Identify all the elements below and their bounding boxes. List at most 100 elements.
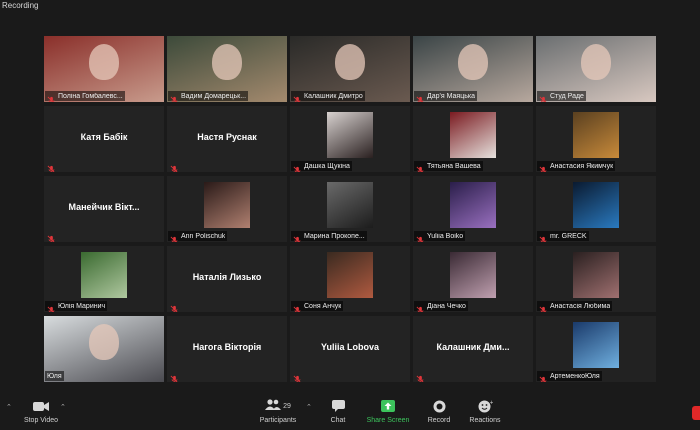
share-screen-label: Share Screen xyxy=(366,417,410,424)
profile-picture xyxy=(204,182,250,228)
muted-mic-icon xyxy=(47,302,56,312)
muted-mic-icon xyxy=(416,232,425,242)
participant-tile[interactable]: Юлія Маринич xyxy=(44,246,164,312)
reactions-label: Reactions xyxy=(469,417,501,424)
participant-center-name: Калашник Дми... xyxy=(436,342,510,352)
participant-silhouette xyxy=(89,324,119,360)
participant-tile[interactable]: mr. GRECK xyxy=(536,176,656,242)
video-grid: Поліна Гомбалевс... Вадим Домарецьк... Кал… xyxy=(44,36,656,382)
participant-tile[interactable]: Yuliia Boiko xyxy=(413,176,533,242)
end-meeting-button[interactable] xyxy=(692,406,700,420)
muted-mic-icon xyxy=(416,371,425,382)
participant-name-label: Тятьяна Вашева xyxy=(414,161,483,172)
participant-name-label: Дар'я Маяцька xyxy=(414,91,477,102)
participant-tile[interactable]: Студ Раде xyxy=(536,36,656,102)
participant-center-name: Настя Руснак xyxy=(197,132,257,142)
participant-tile[interactable]: Yuliia Lobova xyxy=(290,316,410,382)
participant-tile[interactable]: АртеменкоЮля xyxy=(536,316,656,382)
participant-center-name: Наталія Лизько xyxy=(192,272,262,282)
participant-tile[interactable]: Катя Бабік xyxy=(44,106,164,172)
svg-text:+: + xyxy=(489,400,493,406)
participant-name-label: Вадим Домарецьк... xyxy=(168,91,249,102)
profile-picture xyxy=(450,182,496,228)
participant-tile[interactable]: Ann Polischuk xyxy=(167,176,287,242)
participant-name-label: Yuliia Boiko xyxy=(414,231,466,242)
muted-mic-icon xyxy=(47,92,56,102)
participant-tile[interactable]: Нагога Вікторія xyxy=(167,316,287,382)
participant-tile[interactable]: Дашка Щукіна xyxy=(290,106,410,172)
profile-picture xyxy=(327,182,373,228)
participant-name-label: Юля xyxy=(45,371,64,381)
participant-name: Вадим Домарецьк... xyxy=(181,92,247,100)
participant-name: Юля xyxy=(47,372,62,380)
participant-name: Діана Чечко xyxy=(427,302,466,310)
recording-indicator: Recording xyxy=(2,1,39,10)
participant-name: Ann Polischuk xyxy=(181,232,226,240)
participant-tile[interactable]: Дар'я Маяцька xyxy=(413,36,533,102)
participant-tile[interactable]: Тятьяна Вашева xyxy=(413,106,533,172)
profile-picture xyxy=(573,112,619,158)
participant-tile[interactable]: Марина Прокопе... xyxy=(290,176,410,242)
participant-name-label: АртеменкоЮля xyxy=(537,371,602,382)
participants-button[interactable]: 29 Participants xyxy=(248,399,308,424)
video-camera-icon xyxy=(33,399,49,413)
muted-mic-icon xyxy=(416,92,425,102)
share-screen-icon xyxy=(381,399,395,413)
profile-picture xyxy=(573,182,619,228)
participant-name: mr. GRECK xyxy=(550,232,587,240)
participant-center-name: Yuliia Lobova xyxy=(320,342,379,352)
participant-name: Поліна Гомбалевс... xyxy=(58,92,123,100)
muted-mic-icon xyxy=(539,92,548,102)
muted-mic-icon xyxy=(539,372,548,382)
participant-name: Юлія Маринич xyxy=(58,302,106,310)
muted-mic-icon xyxy=(539,302,548,312)
participant-silhouette xyxy=(335,44,365,80)
participant-tile[interactable]: Калашник Дми... xyxy=(413,316,533,382)
participant-center-name: Манейчик Вікт... xyxy=(68,202,140,212)
participant-name-label: Анастасія Любима xyxy=(537,301,613,312)
muted-mic-icon xyxy=(293,92,302,102)
chat-label: Chat xyxy=(330,417,346,424)
participant-name-label: Калашник Дмитро xyxy=(291,91,365,102)
muted-mic-icon xyxy=(170,232,179,242)
stop-video-label: Stop Video xyxy=(23,417,59,424)
participant-name: Калашник Дмитро xyxy=(304,92,363,100)
participant-name: Анастасія Любима xyxy=(550,302,611,310)
muted-mic-icon xyxy=(170,92,179,102)
participant-tile[interactable]: Соня Анчук xyxy=(290,246,410,312)
participant-tile[interactable]: Поліна Гомбалевс... xyxy=(44,36,164,102)
participant-tile[interactable]: Манейчик Вікт... xyxy=(44,176,164,242)
participant-tile[interactable]: Юля xyxy=(44,316,164,382)
participant-silhouette xyxy=(89,44,119,80)
muted-mic-icon xyxy=(47,161,56,172)
participant-name: Соня Анчук xyxy=(304,302,342,310)
participant-name-label: Ann Polischuk xyxy=(168,231,228,242)
participant-tile[interactable]: Анастасія Любима xyxy=(536,246,656,312)
muted-mic-icon xyxy=(416,162,425,172)
muted-mic-icon xyxy=(416,302,425,312)
profile-picture xyxy=(450,252,496,298)
participant-name: Марина Прокопе... xyxy=(304,232,365,240)
muted-mic-icon xyxy=(539,162,548,172)
participant-name-label: Студ Раде xyxy=(537,91,586,102)
participant-tile[interactable]: Наталія Лизько xyxy=(167,246,287,312)
participant-tile[interactable]: Діана Чечко xyxy=(413,246,533,312)
video-options-caret[interactable]: ⌃ xyxy=(60,403,66,411)
participant-tile[interactable]: Калашник Дмитро xyxy=(290,36,410,102)
participant-name: Дар'я Маяцька xyxy=(427,92,475,100)
profile-picture xyxy=(327,252,373,298)
participant-name-label: Марина Прокопе... xyxy=(291,231,367,242)
participant-name-label: mr. GRECK xyxy=(537,231,589,242)
participant-center-name: Катя Бабік xyxy=(80,132,128,142)
participant-tile[interactable]: Анастасия Якимчук xyxy=(536,106,656,172)
participant-name: Тятьяна Вашева xyxy=(427,162,481,170)
profile-picture xyxy=(450,112,496,158)
reactions-button[interactable]: + Reactions xyxy=(455,399,515,425)
participant-tile[interactable]: Настя Руснак xyxy=(167,106,287,172)
profile-picture xyxy=(327,112,373,158)
participant-name-label: Соня Анчук xyxy=(291,301,344,312)
meeting-toolbar: ⌃ Stop Video ⌃ 29 Participants ⌃ Chat Sh… xyxy=(0,394,700,430)
participant-tile[interactable]: Вадим Домарецьк... xyxy=(167,36,287,102)
participant-name-label: Анастасия Якимчук xyxy=(537,161,616,172)
muted-mic-icon xyxy=(293,371,302,382)
